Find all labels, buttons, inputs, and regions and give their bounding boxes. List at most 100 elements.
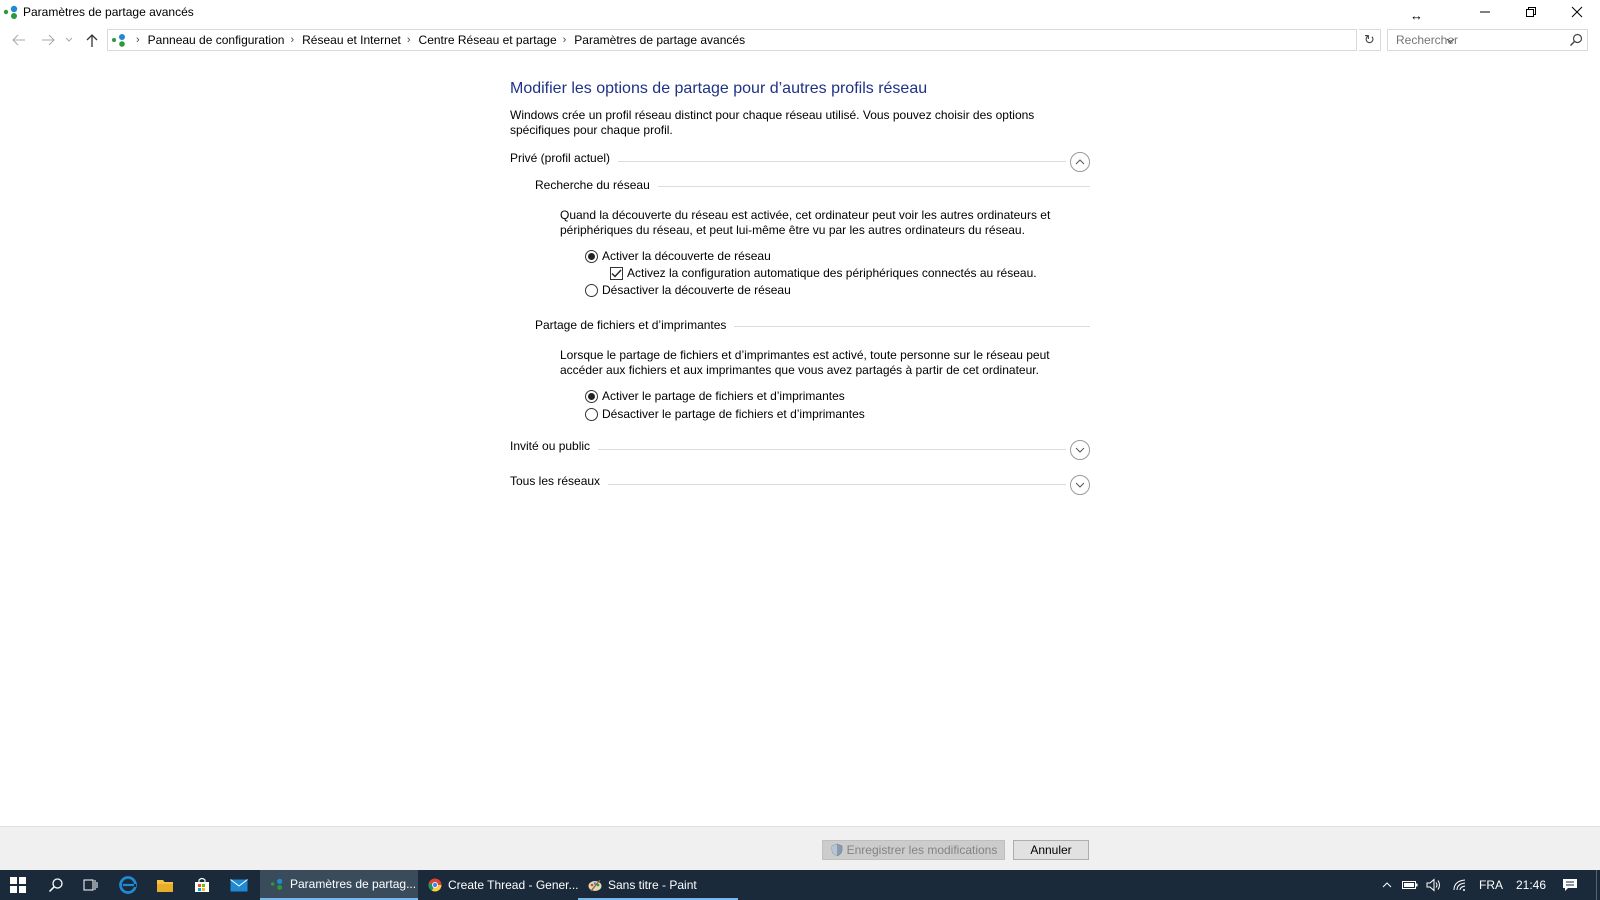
arrow-up-icon	[86, 34, 98, 47]
refresh-button[interactable]: ↻	[1359, 29, 1381, 51]
save-changes-label: Enregistrer les modifications	[846, 843, 998, 857]
enable-discovery-radio[interactable]	[585, 249, 598, 263]
action-center-button[interactable]	[1556, 870, 1584, 900]
search-box[interactable]	[1387, 29, 1588, 51]
breadcrumb-network-internet[interactable]: Réseau et Internet	[302, 33, 401, 47]
search-icon[interactable]	[1569, 33, 1583, 47]
action-bar: Enregistrer les modifications Annuler	[0, 826, 1600, 870]
section-guest[interactable]: Invité ou public	[510, 439, 1090, 460]
chevron-down-icon	[1075, 447, 1085, 453]
network-location-icon	[112, 34, 125, 47]
breadcrumb-network-center[interactable]: Centre Réseau et partage	[419, 33, 557, 47]
navigation-bar: › Panneau de configuration › Réseau et I…	[0, 28, 1600, 52]
breadcrumb-separator-icon[interactable]: ›	[563, 34, 567, 46]
language-indicator[interactable]: FRA	[1474, 870, 1508, 900]
taskbar-app-label: Paramètres de partag...	[290, 877, 417, 891]
chrome-icon	[428, 878, 442, 892]
clock[interactable]: 21:46	[1510, 870, 1552, 900]
close-button[interactable]	[1554, 0, 1600, 24]
breadcrumb-separator-icon: ›	[136, 34, 140, 46]
back-button[interactable]	[9, 30, 29, 50]
volume-button[interactable]	[1423, 870, 1445, 900]
disable-sharing-option[interactable]: Désactiver le partage de fichiers et d’i…	[585, 407, 865, 421]
store-button[interactable]	[184, 870, 220, 900]
enable-sharing-option[interactable]: Activer le partage de fichiers et d’impr…	[585, 389, 845, 403]
disable-discovery-label[interactable]: Désactiver la découverte de réseau	[602, 283, 791, 297]
expand-all-networks-button[interactable]	[1070, 475, 1090, 495]
mail-icon	[230, 878, 248, 891]
page-intro: Windows crée un profil réseau distinct p…	[510, 108, 1035, 137]
disable-discovery-option[interactable]: Désactiver la découverte de réseau	[585, 283, 791, 297]
folder-icon	[157, 879, 173, 892]
network-tray-button[interactable]	[1449, 870, 1471, 900]
collapse-private-button[interactable]	[1070, 152, 1090, 172]
notification-icon	[1563, 879, 1577, 891]
task-view-icon	[83, 879, 98, 891]
taskbar-app-paint[interactable]: Sans titre - Paint	[578, 870, 738, 900]
taskbar-app-label: Sans titre - Paint	[608, 878, 697, 892]
enable-discovery-option[interactable]: Activer la découverte de réseau	[585, 249, 771, 263]
search-input[interactable]	[1388, 30, 1563, 50]
taskbar: Paramètres de partag... Create Thread - …	[0, 870, 1600, 900]
disable-discovery-radio[interactable]	[585, 283, 598, 297]
section-guest-label[interactable]: Invité ou public	[510, 439, 599, 453]
edge-button[interactable]	[110, 870, 146, 900]
forward-button[interactable]	[38, 30, 58, 50]
close-icon	[1571, 6, 1583, 18]
minimize-button[interactable]	[1462, 0, 1508, 24]
resize-cursor-icon: ↔	[1410, 8, 1423, 23]
chevron-up-icon	[1382, 882, 1392, 888]
breadcrumb-advanced-sharing[interactable]: Paramètres de partage avancés	[574, 33, 745, 47]
page-title: Modifier les options de partage pour d’a…	[510, 80, 928, 97]
battery-button[interactable]	[1399, 870, 1421, 900]
sharing-header: Partage de fichiers et d’imprimantes	[535, 318, 1090, 336]
show-hidden-icons-button[interactable]	[1376, 870, 1398, 900]
auto-config-checkbox[interactable]	[610, 266, 623, 280]
section-private[interactable]: Privé (profil actuel)	[510, 151, 1090, 172]
store-bag-icon	[195, 877, 209, 892]
task-view-button[interactable]	[72, 870, 108, 900]
show-desktop-button[interactable]	[1596, 870, 1597, 900]
save-changes-button[interactable]: Enregistrer les modifications	[822, 840, 1005, 860]
taskbar-app-sharing[interactable]: Paramètres de partag...	[260, 870, 418, 900]
section-all-label[interactable]: Tous les réseaux	[510, 474, 609, 488]
chevron-up-icon	[1075, 159, 1085, 165]
breadcrumb-separator-icon[interactable]: ›	[290, 34, 294, 46]
restore-button[interactable]	[1508, 0, 1554, 24]
mail-button[interactable]	[221, 870, 257, 900]
auto-config-label[interactable]: Activez la configuration automatique des…	[627, 266, 1037, 280]
cancel-button[interactable]: Annuler	[1013, 840, 1089, 860]
network-sharing-icon	[3, 5, 18, 19]
discovery-label: Recherche du réseau	[535, 178, 658, 192]
auto-config-option[interactable]: Activez la configuration automatique des…	[610, 266, 1037, 280]
window-title: Paramètres de partage avancés	[23, 5, 194, 19]
refresh-icon: ↻	[1364, 32, 1375, 47]
sharing-label: Partage de fichiers et d’imprimantes	[535, 318, 735, 332]
breadcrumb-separator-icon[interactable]: ›	[407, 34, 411, 46]
taskbar-app-label: Create Thread - Gener...	[448, 878, 578, 892]
taskbar-app-chrome[interactable]: Create Thread - Gener...	[418, 870, 578, 900]
chevron-down-icon	[65, 37, 73, 42]
disable-sharing-label[interactable]: Désactiver le partage de fichiers et d’i…	[602, 407, 865, 421]
disable-sharing-radio[interactable]	[585, 407, 598, 421]
speaker-icon	[1426, 878, 1440, 892]
wifi-icon	[1453, 879, 1466, 891]
network-icon	[270, 878, 283, 890]
arrow-left-icon	[12, 34, 25, 46]
arrow-right-icon	[42, 34, 55, 46]
breadcrumb-control-panel[interactable]: Panneau de configuration	[148, 33, 285, 47]
section-all-networks[interactable]: Tous les réseaux	[510, 474, 1090, 495]
search-taskbar-button[interactable]	[38, 870, 74, 900]
section-private-label[interactable]: Privé (profil actuel)	[510, 151, 619, 165]
file-explorer-button[interactable]	[147, 870, 183, 900]
address-bar[interactable]: › Panneau de configuration › Réseau et I…	[107, 29, 1454, 51]
start-button[interactable]	[0, 870, 36, 900]
enable-sharing-radio[interactable]	[585, 389, 598, 403]
enable-sharing-label[interactable]: Activer le partage de fichiers et d’impr…	[602, 389, 845, 403]
recent-locations-button[interactable]	[62, 30, 76, 50]
expand-guest-button[interactable]	[1070, 440, 1090, 460]
sharing-description: Lorsque le partage de fichiers et d’impr…	[560, 348, 1050, 377]
breadcrumb: › Panneau de configuration › Réseau et I…	[130, 33, 745, 47]
enable-discovery-label[interactable]: Activer la découverte de réseau	[602, 249, 771, 263]
up-button[interactable]	[82, 30, 102, 50]
